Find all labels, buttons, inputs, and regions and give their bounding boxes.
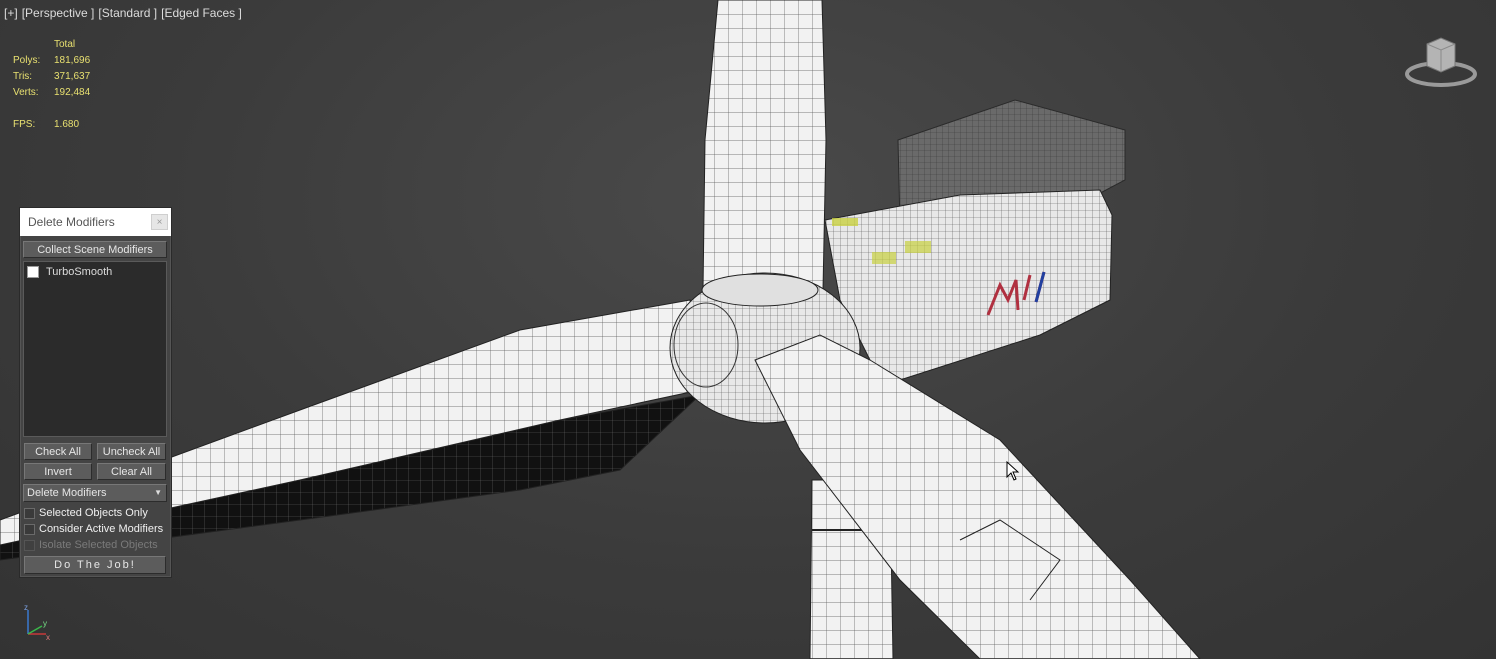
modifier-list[interactable]: TurboSmooth bbox=[23, 261, 167, 437]
viewport-shading-mode-label[interactable]: [Edged Faces ] bbox=[161, 6, 242, 20]
consider-active-modifiers-option[interactable]: Consider Active Modifiers bbox=[24, 522, 163, 536]
selected-objects-only-label: Selected Objects Only bbox=[39, 507, 148, 519]
viewport-labels: [+] [Perspective ] [Standard ] [Edged Faces… bbox=[4, 6, 246, 20]
modifier-name: TurboSmooth bbox=[46, 265, 113, 278]
uncheck-all-button[interactable]: Uncheck All bbox=[97, 443, 166, 460]
invert-button[interactable]: Invert bbox=[24, 463, 92, 480]
dialog-title: Delete Modifiers bbox=[28, 215, 115, 229]
axis-x-label: x bbox=[46, 633, 50, 642]
collect-scene-modifiers-button[interactable]: Collect Scene Modifiers bbox=[23, 241, 167, 258]
chevron-down-icon: ▼ bbox=[154, 488, 162, 497]
scene-statistics: Total Polys: 181,696 Tris: 371,637 Verts: 1… bbox=[13, 37, 124, 133]
delete-modifiers-dialog: Delete Modifiers × Collect Scene Modifie… bbox=[19, 207, 172, 578]
polys-value: 181,696 bbox=[54, 55, 91, 66]
mode-selected-value: Delete Modifiers bbox=[27, 487, 107, 499]
fps-label: FPS: bbox=[13, 119, 36, 130]
consider-active-modifiers-label: Consider Active Modifiers bbox=[39, 523, 164, 535]
axis-tripod-icon: z x y bbox=[24, 603, 50, 642]
mode-dropdown[interactable]: Delete Modifiers ▼ bbox=[23, 484, 167, 502]
viewport-menu-label[interactable]: [+] bbox=[4, 6, 18, 20]
do-the-job-button[interactable]: Do The Job! bbox=[24, 556, 166, 574]
viewport-view-label[interactable]: [Perspective ] bbox=[22, 6, 95, 20]
top-blade-mesh bbox=[702, 0, 827, 291]
mouse-cursor-icon bbox=[1006, 461, 1020, 481]
wind-turbine-model[interactable] bbox=[0, 0, 1496, 659]
isolate-selected-objects-option: Isolate Selected Objects bbox=[24, 538, 158, 552]
dialog-titlebar[interactable]: Delete Modifiers × bbox=[20, 208, 171, 236]
list-item[interactable]: TurboSmooth bbox=[24, 264, 166, 279]
axis-y-label: y bbox=[43, 619, 47, 628]
modifier-checkbox[interactable] bbox=[27, 265, 39, 278]
nacelle-mesh bbox=[824, 189, 1113, 381]
polys-label: Polys: bbox=[13, 55, 41, 66]
3d-viewport[interactable]: [+] [Perspective ] [Standard ] [Edged Faces… bbox=[0, 0, 1496, 659]
verts-value: 192,484 bbox=[54, 87, 91, 98]
clear-all-button[interactable]: Clear All bbox=[97, 463, 166, 480]
selected-objects-only-checkbox[interactable] bbox=[24, 507, 35, 519]
tris-label: Tris: bbox=[13, 71, 33, 82]
fps-value: 1.680 bbox=[54, 119, 80, 130]
check-all-button[interactable]: Check All bbox=[24, 443, 92, 460]
isolate-selected-objects-label: Isolate Selected Objects bbox=[39, 539, 158, 551]
verts-label: Verts: bbox=[13, 87, 39, 98]
isolate-selected-objects-checkbox bbox=[24, 539, 35, 551]
consider-active-modifiers-checkbox[interactable] bbox=[24, 523, 35, 535]
axis-z-label: z bbox=[24, 603, 28, 612]
viewcube-icon[interactable] bbox=[1405, 34, 1477, 90]
viewport-shading-standard-label[interactable]: [Standard ] bbox=[98, 6, 157, 20]
tris-value: 371,637 bbox=[54, 71, 91, 82]
close-icon[interactable]: × bbox=[151, 214, 168, 230]
stats-header: Total bbox=[54, 39, 76, 50]
selected-objects-only-option[interactable]: Selected Objects Only bbox=[24, 506, 148, 520]
